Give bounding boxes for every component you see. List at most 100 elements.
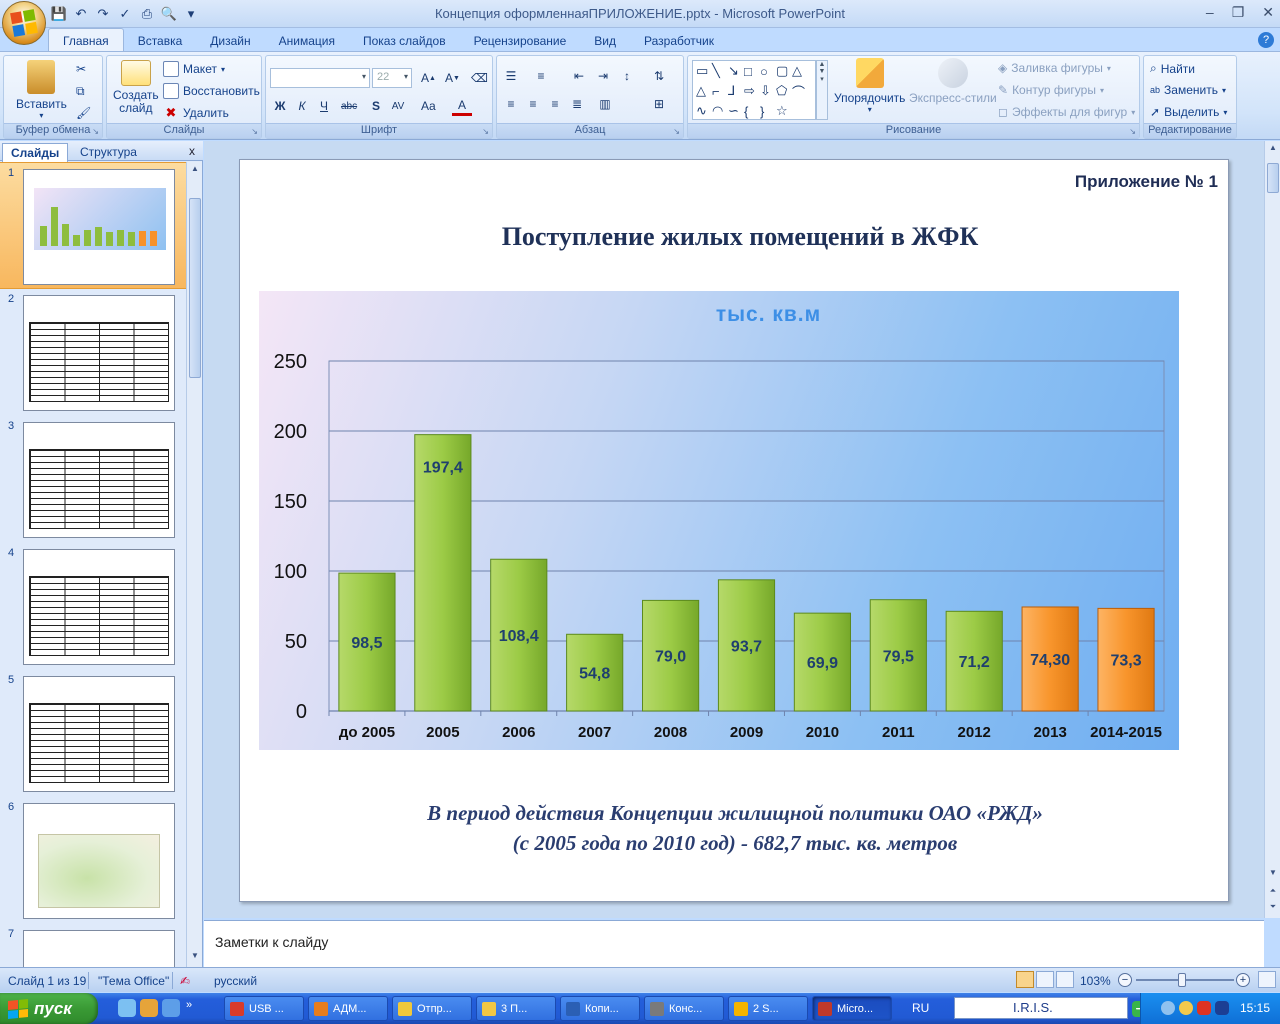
shapes-gallery-scroll[interactable]: ▲ ▼ ▾ <box>816 60 828 120</box>
delete-slide-button[interactable]: ✖ Удалить <box>163 105 229 121</box>
taskbar-button[interactable]: Micro... <box>812 996 892 1021</box>
zoom-in-icon[interactable]: + <box>1236 973 1250 987</box>
ribbon-tab[interactable]: Дизайн <box>196 29 264 52</box>
close-icon[interactable]: x <box>189 144 195 158</box>
curve-shape-icon[interactable]: ⌒ <box>792 82 808 101</box>
slideshow-view-button[interactable] <box>1056 971 1074 988</box>
replace-button[interactable]: ab Заменить ▾ <box>1150 83 1226 97</box>
quick-styles-button[interactable]: Экспресс-стили <box>909 58 997 105</box>
clock[interactable]: 15:15 <box>1240 1001 1270 1015</box>
ribbon-tab[interactable]: Анимация <box>265 29 349 52</box>
line-shape-icon[interactable]: ╲ <box>712 63 728 79</box>
slide-thumbnail-row[interactable]: 1 <box>0 162 186 289</box>
shadow-icon[interactable]: S <box>366 96 386 116</box>
bar-chart[interactable]: 0 50 100 150 200 250 тыс. кв.м 98,5 до 2005 197,4… <box>259 291 1179 750</box>
dialog-launcher-icon[interactable]: ↘ <box>673 127 680 136</box>
scroll-thumb[interactable] <box>1267 163 1279 193</box>
slide-thumbnail[interactable] <box>23 295 175 411</box>
oval-shape-icon[interactable]: ○ <box>760 64 776 79</box>
scroll-up-icon[interactable]: ▲ <box>1267 143 1279 157</box>
ie-icon[interactable] <box>118 999 136 1017</box>
star-shape-icon[interactable]: ☆ <box>776 103 792 119</box>
brace-right-shape-icon[interactable]: } <box>760 104 776 119</box>
change-case-icon[interactable]: Aa <box>418 96 439 116</box>
ribbon-tab[interactable]: Вид <box>580 29 630 52</box>
tab-slides[interactable]: Слайды <box>2 143 69 162</box>
ribbon-tab[interactable]: Показ слайдов <box>349 29 460 52</box>
elbow-shape-icon[interactable]: ⅃ <box>728 83 744 99</box>
taskbar-button[interactable]: АДМ... <box>308 996 388 1021</box>
maximize-button[interactable]: ❐ <box>1232 4 1245 21</box>
select-button[interactable]: ➚ Выделить ▾ <box>1150 105 1227 119</box>
increase-indent-icon[interactable]: ⇥ <box>593 66 613 86</box>
zoom-level[interactable]: 103% <box>1080 974 1111 988</box>
right-arrow-shape-icon[interactable]: ⇨ <box>744 83 760 99</box>
copy-icon[interactable]: ⧉ <box>76 84 85 99</box>
slide-thumbnail[interactable] <box>23 676 175 792</box>
minimize-button[interactable]: – <box>1206 4 1214 21</box>
down-arrow-shape-icon[interactable]: ⇩ <box>760 83 776 99</box>
text-direction-icon[interactable]: ⇅ <box>649 66 669 86</box>
appendix-label[interactable]: Приложение № 1 <box>1075 172 1218 192</box>
bullets-icon[interactable]: ☰ <box>501 66 521 86</box>
dialog-launcher-icon[interactable]: ↘ <box>92 127 99 136</box>
slide-thumbnail-row[interactable]: 7 <box>0 924 186 967</box>
scroll-down-icon[interactable]: ▼ <box>189 951 201 965</box>
shrink-font-icon[interactable]: A ▼ <box>442 68 463 88</box>
taskbar-button[interactable]: Отпр... <box>392 996 472 1021</box>
zoom-slider-handle[interactable] <box>1178 973 1186 987</box>
wave-shape-icon[interactable]: ∽ <box>728 103 744 119</box>
language-bar[interactable]: RU <box>912 1001 929 1015</box>
taskbar-button[interactable]: USB ... <box>224 996 304 1021</box>
language-indicator[interactable]: русский <box>214 974 257 988</box>
rectangle-shape-icon[interactable]: □ <box>744 64 760 79</box>
theme-name[interactable]: "Тема Office" <box>98 974 169 988</box>
font-name-combo[interactable]: ▾ <box>270 68 370 88</box>
ribbon-tab[interactable]: Вставка <box>124 29 197 52</box>
zoom-out-icon[interactable]: − <box>1118 973 1132 987</box>
triangle-shape-icon[interactable]: △ <box>792 63 808 79</box>
bold-icon[interactable]: Ж <box>270 96 290 116</box>
cut-icon[interactable]: ✂ <box>76 62 86 76</box>
align-text-icon[interactable]: ⊞ <box>649 94 669 114</box>
slide-caption[interactable]: В период действия Концепции жилищной пол… <box>240 798 1230 858</box>
keyboard-layout-tray-icon[interactable] <box>1215 1001 1229 1015</box>
slide-thumbnail-row[interactable]: 4 <box>0 543 186 670</box>
align-center-icon[interactable]: ≡ <box>523 94 543 114</box>
office-button[interactable] <box>2 1 46 45</box>
taskbar-button[interactable]: 3 П... <box>476 996 556 1021</box>
slide-thumbnail[interactable] <box>23 549 175 665</box>
textbox-shape-icon[interactable]: ▭ <box>696 63 712 79</box>
close-button[interactable]: ✕ <box>1262 4 1274 21</box>
slide-scrollbar[interactable]: ▲ ▼ ⏶ ⏷ <box>1264 141 1280 918</box>
slide-title[interactable]: Поступление жилых помещений в ЖФК <box>240 222 1240 252</box>
slide-sorter-view-button[interactable] <box>1036 971 1054 988</box>
notes-pane[interactable]: Заметки к слайду <box>204 920 1264 967</box>
normal-view-button[interactable] <box>1016 971 1034 988</box>
previous-slide-icon[interactable]: ⏶ <box>1267 886 1279 900</box>
format-painter-icon[interactable]: 🖌 <box>76 106 91 120</box>
columns-icon[interactable]: ▥ <box>595 94 615 114</box>
shapes-gallery[interactable]: ▭ ╲ ↘ □ ○ ▢ △ △ ⌐ ⅃ ⇨ ⇩ ⬠ ⌒ ∿ ◠ ∽{} ☆ <box>692 60 816 120</box>
clear-formatting-icon[interactable]: ⌫ <box>468 68 491 88</box>
ribbon-tab[interactable]: Главная <box>48 28 124 52</box>
paste-button[interactable]: Вставить ▾ <box>16 60 67 120</box>
slide-thumbnail[interactable] <box>23 803 175 919</box>
line-spacing-icon[interactable]: ↕ <box>617 66 637 86</box>
grow-font-icon[interactable]: A ▲ <box>418 68 439 88</box>
iris-app-box[interactable]: I.R.I.S. <box>954 997 1128 1019</box>
align-left-icon[interactable]: ≡ <box>501 94 521 114</box>
shape-fill-button[interactable]: ◈ Заливка фигуры ▾ <box>998 61 1111 75</box>
flowchart-shape-icon[interactable]: ⬠ <box>776 83 792 99</box>
taskbar-button[interactable]: Конс... <box>644 996 724 1021</box>
find-button[interactable]: ⌕ Найти <box>1150 61 1195 76</box>
help-icon[interactable]: ? <box>1258 32 1274 48</box>
arc-shape-icon[interactable]: ◠ <box>712 103 728 119</box>
dialog-launcher-icon[interactable]: ↘ <box>482 127 489 136</box>
justify-icon[interactable]: ≣ <box>567 94 587 114</box>
reset-button[interactable]: Восстановить <box>163 83 260 99</box>
triangle-shape-icon[interactable]: △ <box>696 83 712 99</box>
spell-check-icon[interactable]: ✍ <box>180 974 190 988</box>
dialog-launcher-icon[interactable]: ↘ <box>251 127 258 136</box>
ribbon-tab[interactable]: Рецензирование <box>460 29 581 52</box>
